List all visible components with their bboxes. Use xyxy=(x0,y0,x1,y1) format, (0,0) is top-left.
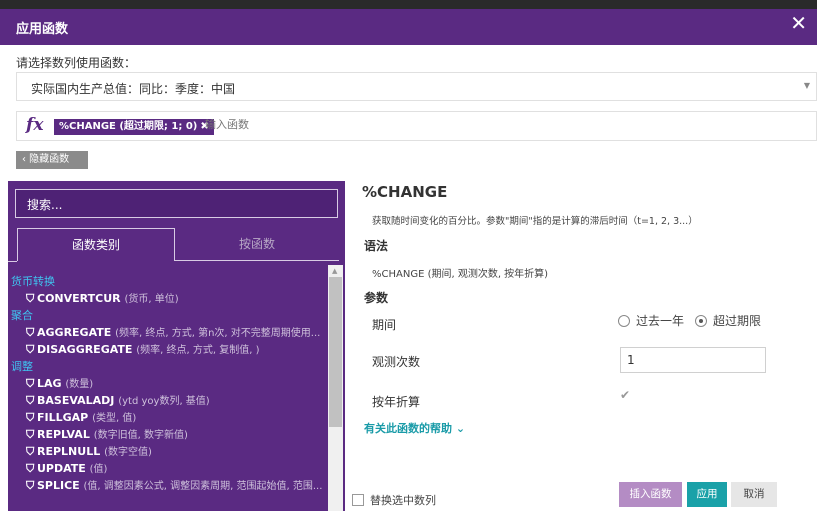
function-browser: 搜索... 函数类别 按函数 货币转换 ⛉ CONVERTCUR (货币, 单位) 聚… xyxy=(8,181,345,511)
radio-past-year[interactable]: 过去一年 xyxy=(618,312,684,329)
function-description: 获取随时间变化的百分比。参数"期间"指的是计算的滞后时间（t=1, 2, 3..… xyxy=(372,216,698,227)
hide-functions-button[interactable]: ‹ 隐藏函数 xyxy=(16,151,88,169)
function-item-params: (数量) xyxy=(65,379,94,390)
function-item-name: CONVERTCUR xyxy=(37,292,121,305)
radio-past-year-label: 过去一年 xyxy=(636,314,685,328)
function-item-params: (值) xyxy=(89,464,108,475)
function-item-params: (货币, 单位) xyxy=(124,294,179,305)
replace-series-label: 替换选中数列 xyxy=(370,494,436,507)
period-label: 期间 xyxy=(372,318,397,332)
function-details: %CHANGE 获取随时间变化的百分比。参数"期间"指的是计算的滞后时间（t=1… xyxy=(362,181,817,511)
tab-by-function[interactable]: 按函数 xyxy=(175,228,339,261)
function-item[interactable]: ⛉ UPDATE (值) xyxy=(10,460,328,477)
function-item[interactable]: ⛉ DISAGGREGATE (频率, 终点, 方式, 复制值, ) xyxy=(10,341,328,358)
tag-icon: ⛉ xyxy=(26,411,35,424)
radio-over-period[interactable]: 超过期限 xyxy=(695,312,761,329)
function-item[interactable]: ⛉ AGGREGATE (频率, 终点, 方式, 第n次, 对不完整周期使用... xyxy=(10,324,328,341)
annualize-checkbox[interactable]: ✔ xyxy=(620,388,634,402)
close-icon[interactable]: ✕ xyxy=(790,13,807,33)
tab-by-category[interactable]: 函数类别 xyxy=(17,228,175,261)
function-item[interactable]: ⛉ LAG (数量) xyxy=(10,375,328,392)
scroll-up-icon[interactable]: ▲ xyxy=(332,267,337,275)
apply-button[interactable]: 应用 xyxy=(687,482,727,507)
radio-circle[interactable] xyxy=(618,315,630,327)
tag-icon: ⛉ xyxy=(26,462,35,475)
tag-icon: ⛉ xyxy=(26,343,35,356)
tab-divider xyxy=(8,261,17,262)
radio-over-period-label: 超过期限 xyxy=(713,314,762,328)
function-item-params: (频率, 终点, 方式, 第n次, 对不完整周期使用... xyxy=(115,328,321,339)
scrollbar-thumb[interactable] xyxy=(329,277,342,427)
category-header[interactable]: 货币转换 xyxy=(10,273,328,290)
scrollbar[interactable]: ▲ xyxy=(328,265,343,511)
help-link[interactable]: 有关此函数的帮助 ⌄ xyxy=(364,420,465,436)
checkbox-box[interactable] xyxy=(352,494,364,506)
fx-icon: fx xyxy=(26,115,44,135)
function-item-name: DISAGGREGATE xyxy=(37,343,133,356)
tag-icon: ⛉ xyxy=(26,428,35,441)
function-item-name: BASEVALADJ xyxy=(37,394,115,407)
params-heading: 参数 xyxy=(364,291,389,305)
observations-input[interactable] xyxy=(620,347,766,373)
insert-function-button[interactable]: 插入函数 xyxy=(619,482,682,507)
dialog-title: 应用函数 xyxy=(16,22,69,37)
function-input[interactable] xyxy=(205,119,405,131)
series-dropdown[interactable]: 实际国内生产总值：同比：季度：中国 ▼ xyxy=(16,72,817,101)
dialog-title-bar: 应用函数 ✕ xyxy=(0,0,817,45)
cancel-button[interactable]: 取消 xyxy=(731,482,777,507)
tag-icon: ⛉ xyxy=(26,377,35,390)
category-header[interactable]: 调整 xyxy=(10,358,328,375)
tag-icon: ⛉ xyxy=(26,326,35,339)
function-item-name: SPLICE xyxy=(37,479,80,492)
function-tree: 货币转换 ⛉ CONVERTCUR (货币, 单位) 聚合 ⛉ AGGREGATE (频率… xyxy=(10,273,328,511)
category-header[interactable]: 聚合 xyxy=(10,307,328,324)
function-item-name: REPLNULL xyxy=(37,445,101,458)
replace-series-checkbox[interactable]: 替换选中数列 xyxy=(352,492,436,508)
syntax-text: %CHANGE (期间, 观测次数, 按年折算) xyxy=(372,269,549,280)
function-item-params: (数字旧值, 数字新值) xyxy=(93,430,188,441)
function-item-params: (类型, 值) xyxy=(92,413,137,424)
function-item-name: REPLVAL xyxy=(37,428,90,441)
function-item-name: FILLGAP xyxy=(37,411,89,424)
function-item-name: UPDATE xyxy=(37,462,86,475)
function-item-params: (值, 调整因素公式, 调整因素周期, 范围起始值, 范围... xyxy=(83,481,323,492)
function-item-name: AGGREGATE xyxy=(37,326,112,339)
function-item[interactable]: ⛉ BASEVALADJ (ytd yoy数列, 基值) xyxy=(10,392,328,409)
function-item[interactable]: ⛉ REPLVAL (数字旧值, 数字新值) xyxy=(10,426,328,443)
function-item[interactable]: ⛉ FILLGAP (类型, 值) xyxy=(10,409,328,426)
radio-circle-selected[interactable] xyxy=(695,315,707,327)
function-tag[interactable]: %CHANGE (超过期限; 1; 0) ✖ xyxy=(54,119,214,135)
annualize-label: 按年折算 xyxy=(372,395,421,409)
search-placeholder: 搜索... xyxy=(27,198,63,212)
syntax-heading: 语法 xyxy=(364,239,389,253)
search-input[interactable]: 搜索... xyxy=(15,189,338,218)
function-item[interactable]: ⛉ CONVERTCUR (货币, 单位) xyxy=(10,290,328,307)
tag-icon: ⛉ xyxy=(26,479,35,492)
function-name: %CHANGE xyxy=(362,183,448,201)
chevron-down-icon: ▼ xyxy=(803,81,810,90)
function-item-name: LAG xyxy=(37,377,62,390)
function-item-params: (数字空值) xyxy=(104,447,152,458)
function-tag-label: %CHANGE (超过期限; 1; 0) xyxy=(59,121,198,132)
tag-icon: ⛉ xyxy=(26,394,35,407)
formula-bar[interactable]: fx %CHANGE (超过期限; 1; 0) ✖ xyxy=(16,111,817,141)
function-item[interactable]: ⛉ REPLNULL (数字空值) xyxy=(10,443,328,460)
series-dropdown-value: 实际国内生产总值：同比：季度：中国 xyxy=(31,82,236,96)
function-item-params: (频率, 终点, 方式, 复制值, ) xyxy=(136,345,260,356)
tag-icon: ⛉ xyxy=(26,292,35,305)
tag-icon: ⛉ xyxy=(26,445,35,458)
series-select-label: 请选择数列使用函数： xyxy=(16,56,137,70)
observations-label: 观测次数 xyxy=(372,355,421,369)
function-item-params: (ytd yoy数列, 基值) xyxy=(118,396,210,407)
function-item[interactable]: ⛉ SPLICE (值, 调整因素公式, 调整因素周期, 范围起始值, 范围... xyxy=(10,477,328,494)
